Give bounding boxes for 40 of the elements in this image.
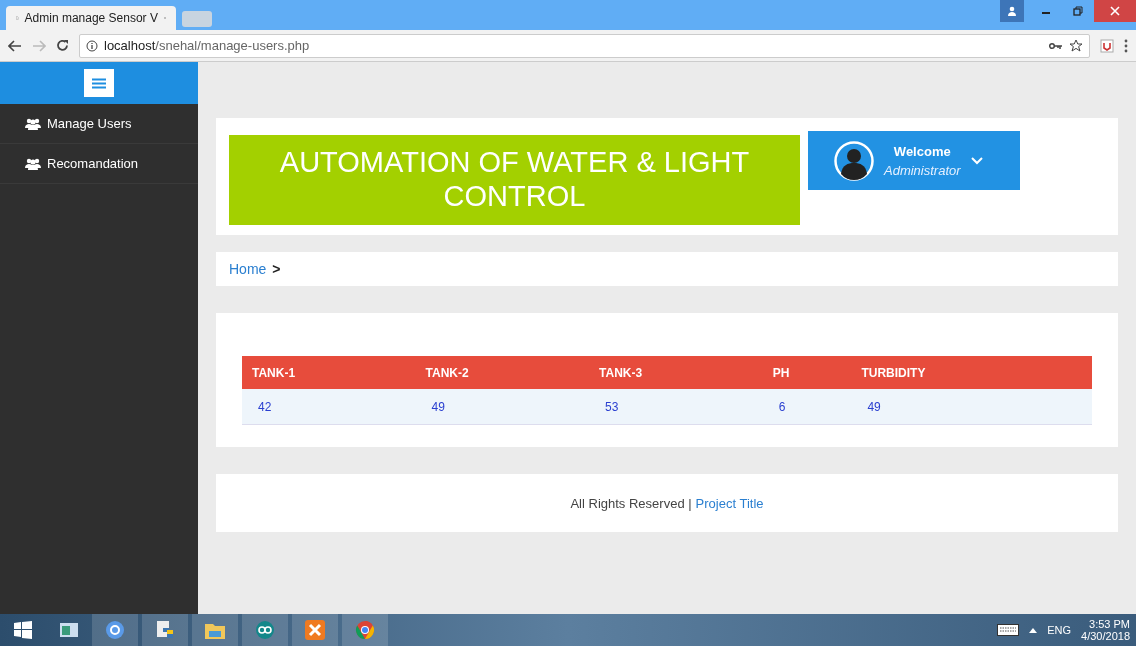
table-cell: 6 <box>762 389 852 425</box>
clock-date: 4/30/2018 <box>1081 630 1130 642</box>
clock-time: 3:53 PM <box>1089 618 1130 630</box>
users-icon <box>25 117 41 130</box>
table-cell: 53 <box>589 389 763 425</box>
app-title: AUTOMATION OF WATER & LIGHT CONTROL <box>229 134 800 225</box>
column-header: TANK-2 <box>415 356 590 389</box>
extension-icon[interactable] <box>1100 38 1114 53</box>
project-link[interactable]: Project Title <box>695 495 764 511</box>
key-icon[interactable] <box>1049 41 1063 50</box>
back-icon[interactable] <box>8 39 22 52</box>
table-cell: 49 <box>415 389 590 425</box>
home-link[interactable]: Home <box>229 261 267 277</box>
language-indicator[interactable]: ENG <box>1047 624 1072 636</box>
folder-icon[interactable] <box>192 614 238 646</box>
column-header: TANK-3 <box>589 356 763 389</box>
infinity-icon[interactable] <box>242 614 288 646</box>
profile-icon[interactable] <box>1000 0 1024 22</box>
copyright-text: All Rights Reserved | <box>570 495 692 511</box>
column-header: PH <box>762 356 852 389</box>
column-header: TURBIDITY <box>851 356 1092 389</box>
browser-tab[interactable]: Admin manage Sensor V <box>6 6 176 30</box>
chevron-down-icon <box>970 156 983 165</box>
browser-icon[interactable] <box>92 614 138 646</box>
table-cell: 42 <box>242 389 416 425</box>
star-icon[interactable] <box>1069 38 1083 53</box>
table-cell: 49 <box>851 389 1092 425</box>
info-icon <box>86 39 98 52</box>
users-icon <box>25 157 41 170</box>
menu-icon[interactable] <box>1124 38 1128 53</box>
keyboard-icon[interactable] <box>997 624 1020 636</box>
close-window-icon[interactable] <box>1094 0 1136 22</box>
caret-up-icon[interactable] <box>1029 627 1038 633</box>
menu-button[interactable] <box>84 69 114 97</box>
hamburger-icon <box>92 77 106 89</box>
reload-icon[interactable] <box>56 39 69 52</box>
breadcrumb-separator: > <box>272 261 281 277</box>
avatar-icon <box>834 140 874 181</box>
address-bar[interactable]: localhost/snehal/manage-users.php <box>79 33 1090 58</box>
column-header: TANK-1 <box>242 356 416 389</box>
